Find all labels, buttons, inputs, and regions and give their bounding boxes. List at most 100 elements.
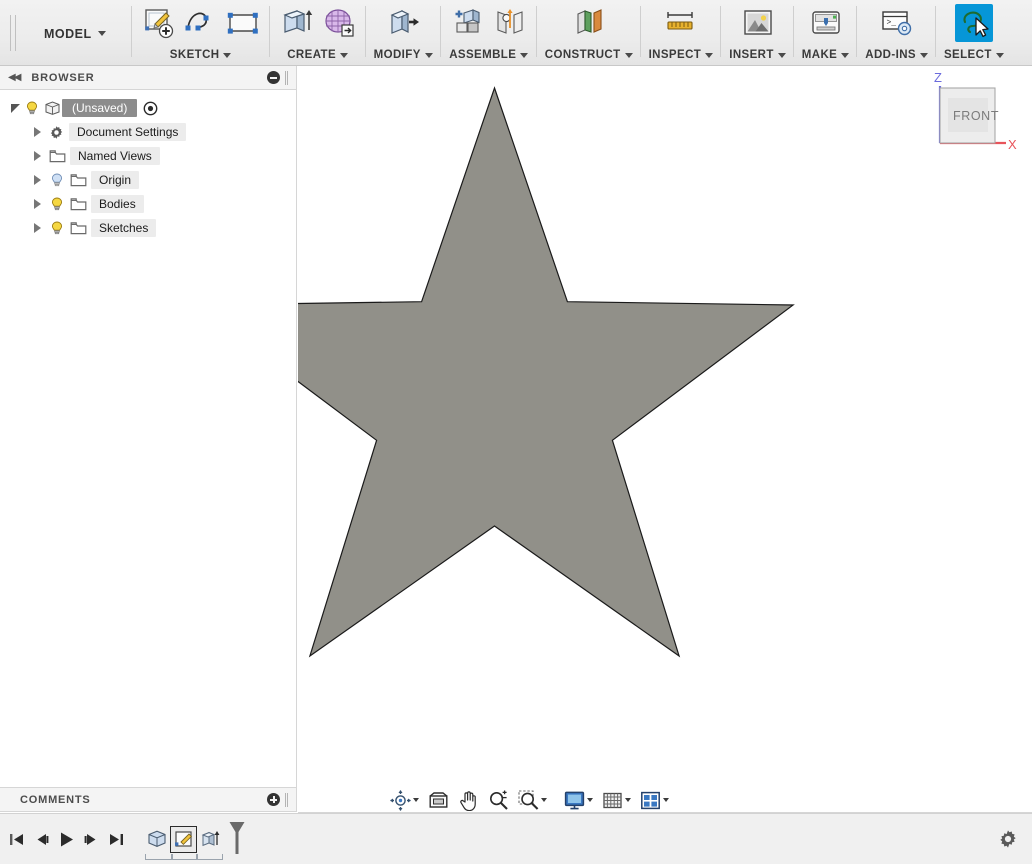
viewports-control[interactable] xyxy=(636,789,672,811)
expand-triangle-icon[interactable] xyxy=(30,149,44,163)
pan-control[interactable] xyxy=(454,789,482,811)
3d-print-icon[interactable] xyxy=(807,4,845,42)
orbit-icon[interactable] xyxy=(389,789,411,811)
chevron-down-icon[interactable] xyxy=(919,52,928,58)
rectangle-icon[interactable] xyxy=(224,4,262,42)
toolbar-group-label: SKETCH xyxy=(169,49,220,61)
expand-triangle-icon[interactable] xyxy=(30,125,44,139)
toolbar-group-select: SELECT xyxy=(936,0,1012,65)
expand-triangle-icon[interactable] xyxy=(10,101,24,115)
offset-plane-icon[interactable] xyxy=(570,4,608,42)
lightbulb-on-icon[interactable] xyxy=(49,196,65,212)
insert-image-icon[interactable] xyxy=(739,4,777,42)
viewcube[interactable]: Z X FRONT xyxy=(912,66,1022,166)
zoom-control[interactable] xyxy=(484,789,512,811)
plus-circle-icon[interactable] xyxy=(267,793,280,806)
scripts-addins-icon[interactable]: >_ xyxy=(878,4,916,42)
measure-icon[interactable] xyxy=(662,4,700,42)
chevron-down-icon[interactable] xyxy=(625,798,631,802)
tree-item-label: Document Settings xyxy=(69,123,187,141)
create-form-icon[interactable] xyxy=(320,4,358,42)
look-at-icon[interactable] xyxy=(427,789,449,811)
chevron-down-icon[interactable] xyxy=(663,798,669,802)
timeline-feature-body[interactable] xyxy=(143,826,170,853)
target-icon[interactable] xyxy=(143,101,158,116)
timeline-feature-extrude[interactable] xyxy=(197,826,224,853)
chevron-down-icon[interactable] xyxy=(223,52,232,58)
star-model[interactable] xyxy=(298,66,1032,787)
step-back-button[interactable] xyxy=(29,824,54,854)
folder-icon xyxy=(70,221,87,235)
extrude-icon[interactable] xyxy=(278,4,316,42)
chevron-down-icon[interactable] xyxy=(624,52,633,58)
browser-tree: (Unsaved) Document Settings Named Views … xyxy=(0,90,297,787)
toolbar-group-insert: INSERT xyxy=(721,0,794,65)
tree-item-bodies[interactable]: Bodies xyxy=(0,192,296,216)
tree-item-unsaved[interactable]: (Unsaved) xyxy=(0,96,296,120)
chevron-down-icon[interactable] xyxy=(424,52,433,58)
timeline-marker[interactable] xyxy=(228,821,246,857)
tree-item-document-settings[interactable]: Document Settings xyxy=(0,120,296,144)
toolbar-drag-handle[interactable] xyxy=(0,0,26,65)
star-face[interactable] xyxy=(298,86,795,658)
go-to-end-button[interactable] xyxy=(104,824,129,854)
tree-item-sketches[interactable]: Sketches xyxy=(0,216,296,240)
toolbar-group-make: MAKE xyxy=(794,0,858,65)
chevron-down-icon[interactable] xyxy=(340,52,349,58)
comments-title: COMMENTS xyxy=(20,793,91,806)
toolbar-group-label: CREATE xyxy=(287,49,337,61)
display-settings-icon[interactable] xyxy=(563,789,585,811)
workspace-switcher[interactable]: MODEL xyxy=(26,0,132,65)
chevron-down-icon[interactable] xyxy=(841,52,850,58)
minus-circle-icon[interactable] xyxy=(267,71,280,84)
select-lasso-icon[interactable] xyxy=(954,4,993,42)
orbit-control[interactable] xyxy=(386,789,422,811)
timeline-feature-sketch[interactable] xyxy=(170,825,197,853)
toolbar-group-label: SELECT xyxy=(943,49,992,61)
tree-item-origin[interactable]: Origin xyxy=(0,168,296,192)
play-button[interactable] xyxy=(54,824,79,854)
panel-resize-handle[interactable] xyxy=(285,70,290,85)
workspace-label: MODEL xyxy=(44,26,92,41)
expand-triangle-icon[interactable] xyxy=(30,221,44,235)
joint-icon[interactable] xyxy=(491,4,529,42)
spline-icon[interactable] xyxy=(182,4,220,42)
lightbulb-on-icon[interactable] xyxy=(24,100,40,116)
toolbar-group-label: INSPECT xyxy=(648,49,702,61)
tree-item-named-views[interactable]: Named Views xyxy=(0,144,296,168)
grid-snaps-icon[interactable] xyxy=(601,789,623,811)
lightbulb-off-icon[interactable] xyxy=(49,172,65,188)
timeline-features xyxy=(143,825,224,860)
look-at-control[interactable] xyxy=(424,789,452,811)
zoom-window-control[interactable] xyxy=(514,789,550,811)
chevron-down-icon[interactable] xyxy=(705,52,714,58)
chevron-down-icon[interactable] xyxy=(587,798,593,802)
toolbar-group-label: MAKE xyxy=(801,49,838,61)
collapse-left-arrows-icon[interactable]: ◀◀ xyxy=(8,72,21,83)
panel-resize-handle[interactable] xyxy=(285,792,290,807)
pan-icon[interactable] xyxy=(457,789,479,811)
browser-panel-header: ◀◀ BROWSER xyxy=(0,66,297,90)
step-forward-button[interactable] xyxy=(79,824,104,854)
grid-snaps-control[interactable] xyxy=(598,789,634,811)
viewports-icon[interactable] xyxy=(639,789,661,811)
chevron-down-icon[interactable] xyxy=(520,52,529,58)
create-sketch-icon[interactable] xyxy=(140,4,178,42)
display-settings-control[interactable] xyxy=(560,789,596,811)
toolbar-group-label: CONSTRUCT xyxy=(544,49,621,61)
expand-triangle-icon[interactable] xyxy=(30,173,44,187)
chevron-down-icon[interactable] xyxy=(413,798,419,802)
zoom-icon[interactable] xyxy=(487,789,509,811)
lightbulb-on-icon[interactable] xyxy=(49,220,65,236)
expand-triangle-icon[interactable] xyxy=(30,197,44,211)
3d-viewport[interactable]: Z X FRONT xyxy=(298,66,1032,787)
zoom-window-icon[interactable] xyxy=(517,789,539,811)
press-pull-icon[interactable] xyxy=(384,4,422,42)
toolbar-group-sketch: SKETCH xyxy=(132,0,270,65)
new-component-icon[interactable] xyxy=(449,4,487,42)
chevron-down-icon[interactable] xyxy=(541,798,547,802)
gear-icon[interactable] xyxy=(998,829,1018,849)
chevron-down-icon[interactable] xyxy=(995,52,1004,58)
go-to-beginning-button[interactable] xyxy=(4,824,29,854)
chevron-down-icon[interactable] xyxy=(777,52,786,58)
